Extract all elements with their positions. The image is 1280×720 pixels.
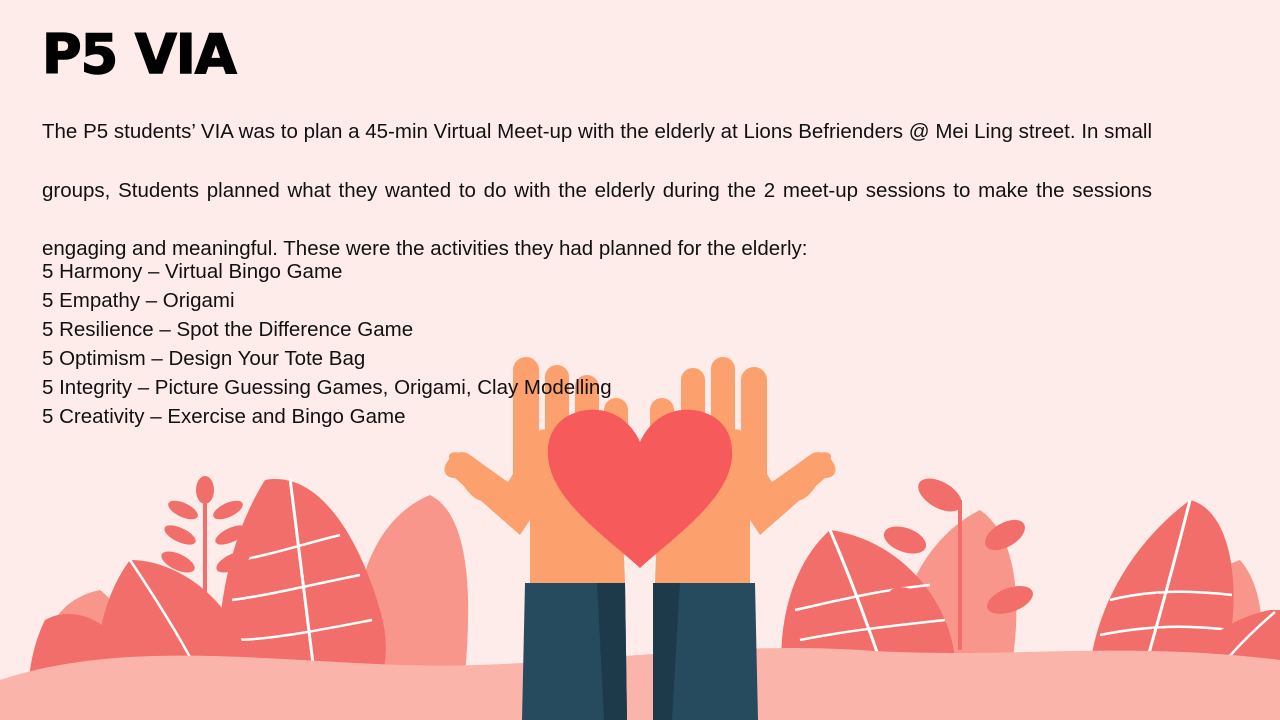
activity-item: 5 Empathy – Origami [42,289,235,312]
slide: P5 VIA The P5 students’ VIA was to plan … [0,0,1280,720]
ground [0,647,1280,720]
activity-item: 5 Harmony – Virtual Bingo Game [42,260,343,283]
activity-item: 5 Resilience – Spot the Difference Game [42,318,414,341]
activity-item: 5 Integrity – Picture Guessing Games, Or… [42,376,612,399]
activity-item: 5 Creativity – Exercise and Bingo Game [42,405,406,428]
activity-list: 5 Harmony – Virtual Bingo Game 5 Empathy… [42,257,612,431]
activity-item: 5 Optimism – Design Your Tote Bag [42,347,366,370]
intro-paragraph: The P5 students’ VIA was to plan a 45-mi… [42,120,1152,260]
slide-title: P5 VIA [41,22,237,87]
